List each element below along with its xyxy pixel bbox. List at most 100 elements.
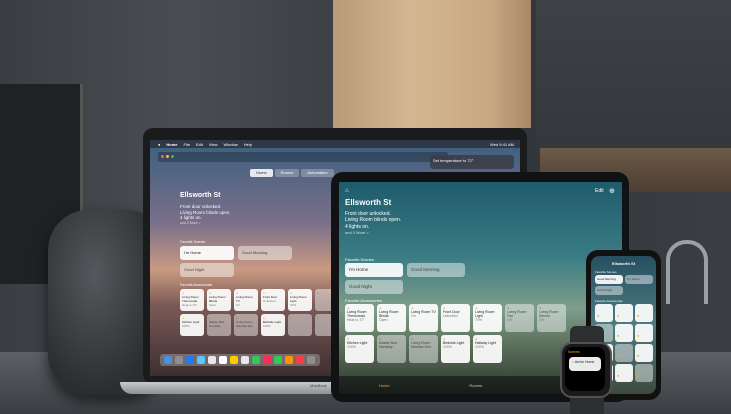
macbook-brand: MacBook bbox=[310, 383, 327, 388]
accessory-icon: ● bbox=[617, 353, 620, 358]
accessory-icon: ● bbox=[617, 373, 620, 378]
scene-label: Good Morning bbox=[597, 277, 617, 281]
reminders-icon[interactable] bbox=[241, 356, 249, 364]
mac-window-titlebar bbox=[158, 152, 448, 162]
accessory-tile[interactable]: ● bbox=[288, 314, 312, 336]
accessory-tile[interactable]: ● Front Door Unlocked bbox=[261, 289, 285, 311]
messages-icon[interactable] bbox=[274, 356, 282, 364]
accessory-tile[interactable]: ● bbox=[635, 344, 653, 362]
status-line: Living Room blinds open. bbox=[345, 217, 402, 224]
accessory-tile[interactable]: ● bbox=[615, 324, 633, 342]
menubar-clock: Wed 9:41 AM bbox=[490, 141, 514, 147]
menu-edit[interactable]: Edit bbox=[196, 142, 203, 147]
scene-im-home[interactable]: I'm Home bbox=[180, 246, 234, 260]
more-link[interactable]: and 3 More > bbox=[180, 221, 231, 225]
tab-rooms[interactable]: Rooms bbox=[274, 169, 300, 177]
menu-window[interactable]: Window bbox=[224, 142, 238, 147]
accessory-state: 70% bbox=[290, 303, 297, 307]
music-icon[interactable] bbox=[296, 356, 304, 364]
menu-help[interactable]: Help bbox=[244, 142, 252, 147]
accessory-tile[interactable]: ● bbox=[615, 344, 633, 362]
accessory-tile[interactable]: ● Living Room Blinds Open bbox=[207, 289, 231, 311]
more-link[interactable]: and 3 More > bbox=[345, 230, 401, 235]
scene-label: Good Night bbox=[184, 267, 205, 272]
accessory-tile[interactable]: ● bbox=[615, 304, 633, 322]
tab-automation[interactable]: Automation bbox=[301, 169, 334, 177]
mac-scenes-header: Favorite Scenes bbox=[180, 240, 206, 244]
safari-icon[interactable] bbox=[186, 356, 194, 364]
accessory-tile[interactable]: ● Bedside Light 100% bbox=[261, 314, 285, 336]
minimize-icon[interactable] bbox=[166, 155, 169, 158]
accessory-tile[interactable]: ● Living Room Thermostat Heat to 72° bbox=[345, 304, 374, 332]
tab-home[interactable]: Home bbox=[379, 383, 390, 388]
edit-button[interactable]: Edit bbox=[595, 188, 604, 194]
accessory-icon: ● bbox=[617, 313, 620, 318]
mail-icon[interactable] bbox=[197, 356, 205, 364]
scene-good-night[interactable]: Good Night bbox=[595, 286, 623, 295]
accessory-tile[interactable]: ● bbox=[635, 304, 653, 322]
scene-label: Good Night bbox=[597, 288, 613, 292]
siri-notification[interactable]: Set temperature to 72° bbox=[430, 155, 514, 169]
accessory-tile[interactable]: ● Front Door Unlocked bbox=[441, 304, 470, 332]
faucet bbox=[666, 240, 708, 304]
calendar-icon[interactable] bbox=[219, 356, 227, 364]
watch-scene-tile[interactable]: ● Arrive Home bbox=[569, 357, 601, 371]
accessory-tile[interactable]: ● Master Bed. Humidity bbox=[377, 335, 406, 363]
accessory-name: Living Room TV bbox=[236, 295, 253, 303]
accessory-name: Living Room Blinds bbox=[209, 295, 226, 303]
accessory-tile[interactable]: ● Master Bed. Humidity bbox=[207, 314, 231, 336]
scene-good-night[interactable]: Good Night bbox=[345, 280, 403, 294]
accessory-tile[interactable]: ● Living Room Fan Off bbox=[505, 304, 534, 332]
scene-good-morning[interactable]: Good Morning bbox=[407, 263, 465, 277]
launchpad-icon[interactable] bbox=[175, 356, 183, 364]
accessory-tile[interactable]: ● Living Room TV On bbox=[234, 289, 258, 311]
menu-app[interactable]: Home bbox=[166, 142, 177, 147]
photos-icon[interactable] bbox=[263, 356, 271, 364]
add-icon[interactable]: ⊕ bbox=[609, 187, 615, 195]
apple-menu-icon[interactable]: ● bbox=[158, 142, 160, 147]
accessory-tile[interactable]: ● bbox=[595, 304, 613, 322]
zoom-icon[interactable] bbox=[171, 155, 174, 158]
accessory-tile[interactable]: ● bbox=[635, 324, 653, 342]
accessory-tile[interactable]: ● Living Room Light 70% bbox=[288, 289, 312, 311]
home-settings-icon[interactable]: ⌂ bbox=[345, 188, 349, 194]
trash-icon[interactable] bbox=[307, 356, 315, 364]
scene-good-night[interactable]: Good Night bbox=[180, 263, 234, 277]
accessory-tile[interactable]: ● Living Room Light 70% bbox=[473, 304, 502, 332]
home-app-icon[interactable] bbox=[285, 356, 293, 364]
scene-im-home[interactable]: I'm Home bbox=[625, 275, 653, 284]
accessory-tile[interactable]: ● bbox=[615, 364, 633, 382]
accessory-tile[interactable]: ● Living Room Sensor Off bbox=[537, 304, 566, 332]
scene-good-morning[interactable]: Good Morning bbox=[595, 275, 623, 284]
accessory-tile[interactable]: ● Living Room Blinds Open bbox=[377, 304, 406, 332]
scene-im-home[interactable]: I'm Home bbox=[345, 263, 403, 277]
accessory-tile[interactable]: ● Living Room TV On bbox=[409, 304, 438, 332]
contacts-icon[interactable] bbox=[208, 356, 216, 364]
accessory-state: Unlocked bbox=[443, 314, 458, 318]
accessory-tile[interactable]: ● bbox=[635, 364, 653, 382]
accessory-tile[interactable]: ● Kitchen Light 100% bbox=[180, 314, 204, 336]
accessory-name: Living Room Blinds bbox=[379, 310, 399, 318]
finder-icon[interactable] bbox=[164, 356, 172, 364]
accessory-tile[interactable]: ● Living Room Thermostat Heat to 72° bbox=[180, 289, 204, 311]
accessory-icon: ● bbox=[637, 333, 640, 338]
notification-text: Set temperature to 72° bbox=[433, 158, 474, 163]
close-icon[interactable] bbox=[161, 155, 164, 158]
tab-home[interactable]: Home bbox=[250, 169, 273, 177]
accessory-name: Master Bed. Humidity bbox=[209, 320, 226, 328]
mac-home-title: Ellsworth St bbox=[180, 192, 221, 199]
accessory-tile[interactable]: ● Living Room Window Sen. bbox=[409, 335, 438, 363]
notes-icon[interactable] bbox=[230, 356, 238, 364]
menu-file[interactable]: File bbox=[184, 142, 190, 147]
scene-good-morning[interactable]: Good Morning bbox=[238, 246, 292, 260]
menu-view[interactable]: View bbox=[209, 142, 218, 147]
accessory-tile[interactable]: ● Living Room Window Sen. bbox=[234, 314, 258, 336]
accessory-name: Living Room Window Sen. bbox=[236, 320, 254, 328]
accessory-state: Unlocked bbox=[263, 299, 276, 303]
accessory-name: Living Room Sensor bbox=[539, 310, 559, 318]
accessory-tile[interactable]: ● Bedside Light 100% bbox=[441, 335, 470, 363]
accessory-tile[interactable]: ● Kitchen Light 100% bbox=[345, 335, 374, 363]
accessory-tile[interactable]: ● Hallway Light 100% bbox=[473, 335, 502, 363]
tab-rooms[interactable]: Rooms bbox=[469, 383, 482, 388]
maps-icon[interactable] bbox=[252, 356, 260, 364]
